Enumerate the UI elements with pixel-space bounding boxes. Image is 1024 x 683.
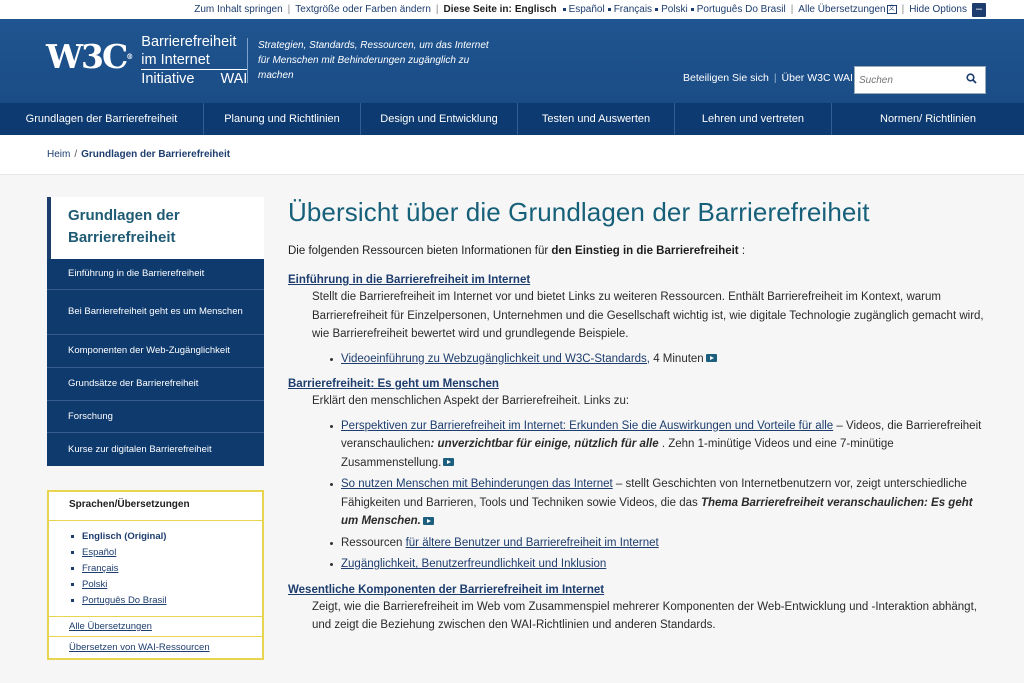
search-input[interactable] (855, 74, 960, 86)
how-people-use-web-link[interactable]: So nutzen Menschen mit Behinderungen das… (341, 478, 613, 490)
logo-line1: Barrierefreiheit (141, 34, 237, 50)
bullet-icon (607, 8, 611, 11)
translation-icon: 文 (886, 5, 897, 14)
sidebar-item-components[interactable]: Komponenten der Web-Zugänglichkeit (47, 335, 264, 368)
this-page-label: Diese Seite in: (443, 4, 512, 15)
nav-testing[interactable]: Testen und Auswerten (518, 103, 675, 135)
list-item: Zugänglichkeit, Benutzerfreundlichkeit u… (330, 555, 988, 574)
bullet-icon (562, 8, 566, 11)
logo-line2: im Internet (141, 52, 210, 68)
skip-to-content-link[interactable]: Zum Inhalt springen (194, 4, 282, 15)
nav-design[interactable]: Design und Entwicklung (361, 103, 518, 135)
breadcrumb-current: Grundlagen der Barrierefreiheit (81, 149, 231, 160)
page-languages: Diese Seite in: Englisch Español Françai… (444, 4, 786, 15)
main-navigation: Grundlagen der Barrierefreiheit Planung … (0, 103, 1024, 135)
sidebar-item-people[interactable]: Bei Barrierefreiheit geht es um Menschen (47, 290, 264, 335)
all-translations-sidebar-link[interactable]: Alle Übersetzungen (49, 617, 262, 637)
breadcrumb: Heim / Grundlagen der Barrierefreiheit (0, 135, 1024, 175)
site-header: W3C® Barrierefreiheit im Internet Initia… (0, 19, 1024, 103)
sidebar-item-courses[interactable]: Kurse zur digitalen Barrierefreiheit (47, 433, 264, 466)
section2-list: Perspektiven zur Barrierefreiheit im Int… (288, 417, 988, 574)
nav-basics[interactable]: Grundlagen der Barrierefreiheit (0, 103, 204, 135)
video-icon (422, 516, 434, 525)
language-pt[interactable]: Português Do Brasil (71, 593, 262, 609)
breadcrumb-home[interactable]: Heim (47, 149, 70, 160)
bullet-icon (655, 8, 659, 11)
participate-link[interactable]: Beteiligen Sie sich (683, 72, 769, 84)
about-link[interactable]: Über W3C WAI (782, 72, 853, 84)
separator: | (435, 4, 439, 15)
list-item: Perspektiven zur Barrierefreiheit im Int… (330, 417, 988, 473)
list-item: Ressourcen für ältere Benutzer und Barri… (330, 534, 988, 553)
section3-heading[interactable]: Wesentliche Komponenten der Barrierefrei… (288, 583, 988, 598)
perspectives-link[interactable]: Perspektiven zur Barrierefreiheit im Int… (341, 420, 833, 432)
logo-text: Barrierefreiheit im Internet Initiative … (141, 33, 248, 88)
separator: | (773, 72, 777, 84)
lang-link-fr[interactable]: Français (614, 4, 652, 15)
languages-list: Englisch (Original) Español Français Pol… (49, 521, 262, 617)
all-translations-link[interactable]: Alle Übersetzungen (798, 4, 885, 15)
main-content: Übersicht über die Grundlagen der Barrie… (288, 195, 988, 635)
logo-wai: WAI (220, 71, 248, 87)
page-title: Übersicht über die Grundlagen der Barrie… (288, 197, 870, 227)
lang-link-pl[interactable]: Polski (661, 4, 688, 15)
sidebar-title[interactable]: Grundlagen der Barrierefreiheit (47, 197, 264, 259)
list-item: Videoeinführung zu Webzugänglichkeit und… (330, 350, 988, 369)
nav-standards[interactable]: Normen/ Richtlinien (832, 103, 1024, 135)
separator: | (790, 4, 794, 15)
lang-link-es[interactable]: Español (569, 4, 605, 15)
header-links: Beteiligen Sie sich | Über W3C WAI (683, 72, 853, 84)
usability-inclusion-link[interactable]: Zugänglichkeit, Benutzerfreundlichkeit u… (341, 558, 606, 570)
current-language: Englisch (514, 4, 557, 15)
translate-resources-link[interactable]: Übersetzen von WAI-Ressourcen (49, 637, 262, 657)
section2-heading[interactable]: Barrierefreiheit: Es geht um Menschen (288, 377, 988, 392)
logo-initiative: Initiative (141, 71, 195, 87)
section1-description: Stellt die Barrierefreiheit im Internet … (312, 291, 984, 340)
older-users-link[interactable]: für ältere Benutzer und Barrierefreiheit… (406, 537, 659, 549)
breadcrumb-separator: / (74, 149, 78, 160)
language-es[interactable]: Español (71, 545, 262, 561)
language-original: Englisch (Original) (71, 529, 262, 545)
utility-bar: Zum Inhalt springen | Textgröße oder Far… (0, 0, 1024, 19)
magnifier-icon[interactable] (960, 73, 982, 87)
nav-planning[interactable]: Planung und Richtlinien (204, 103, 361, 135)
logo-line3: Initiative WAI (141, 69, 248, 88)
languages-box: Sprachen/Übersetzungen Englisch (Origina… (47, 490, 264, 660)
text-size-link[interactable]: Textgröße oder Farben ändern (295, 4, 431, 15)
w3c-logo-mark: W3C® (46, 37, 133, 76)
video-intro-link[interactable]: Videoeinführung zu Webzugänglichkeit und… (341, 353, 650, 365)
sidebar-menu: Einführung in die Barrierefreiheit Bei B… (47, 259, 264, 466)
w3c-wai-logo[interactable]: W3C® Barrierefreiheit im Internet Initia… (46, 33, 248, 88)
sidebar-item-principles[interactable]: Grundsätze der Barrierefreiheit (47, 368, 264, 401)
intro-paragraph: Die folgenden Ressourcen bieten Informat… (288, 245, 746, 257)
sidebar-item-research[interactable]: Forschung (47, 401, 264, 433)
list-item: So nutzen Menschen mit Behinderungen das… (330, 475, 988, 531)
intro-emphasis: den Einstieg in die Barrierefreiheit (551, 245, 739, 257)
section2-description: Erklärt den menschlichen Aspekt der Barr… (312, 395, 630, 407)
bullet-icon (690, 8, 694, 11)
section1-heading[interactable]: Einführung in die Barrierefreiheit im In… (288, 273, 988, 288)
lang-link-pt[interactable]: Português Do Brasil (697, 4, 786, 15)
video-icon (443, 458, 455, 467)
nav-teaching[interactable]: Lehren und vertreten (675, 103, 832, 135)
languages-title: Sprachen/Übersetzungen (49, 492, 262, 521)
search-box (854, 66, 986, 94)
collapse-icon[interactable]: – (972, 2, 986, 17)
site-tagline: Strategien, Standards, Ressourcen, um da… (247, 38, 502, 83)
separator: | (901, 4, 905, 15)
sidebar-item-intro[interactable]: Einführung in die Barrierefreiheit (47, 259, 264, 290)
section3-description: Zeigt, wie die Barrierefreiheit im Web v… (312, 600, 977, 632)
separator: | (287, 4, 291, 15)
language-fr[interactable]: Français (71, 561, 262, 577)
section1-list: Videoeinführung zu Webzugänglichkeit und… (288, 350, 988, 369)
video-icon (705, 354, 717, 363)
language-pl[interactable]: Polski (71, 577, 262, 593)
hide-options-link[interactable]: Hide Options (909, 4, 967, 15)
